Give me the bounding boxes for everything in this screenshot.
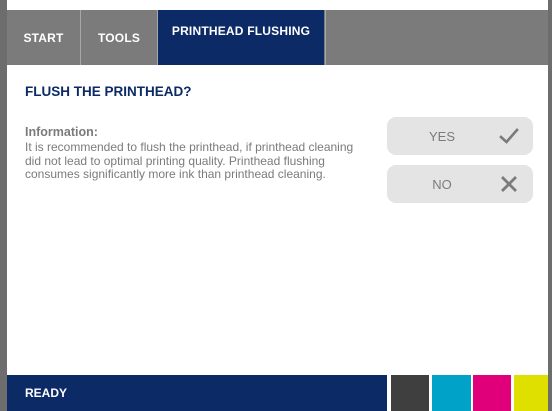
tab-start[interactable]: START xyxy=(7,10,80,65)
tab-tools[interactable]: TOOLS xyxy=(81,10,157,65)
ink-level-magenta[interactable] xyxy=(473,375,511,411)
right-border xyxy=(548,0,552,411)
ink-level-black[interactable] xyxy=(391,375,429,411)
ink-level-yellow[interactable] xyxy=(514,375,548,411)
status-text: READY xyxy=(25,386,68,400)
tab-bar-filler xyxy=(325,10,548,65)
yes-button-label: YES xyxy=(428,128,455,144)
checkmark-icon xyxy=(499,128,519,144)
info-heading: Information: xyxy=(25,125,98,139)
no-button-label: NO xyxy=(432,176,452,192)
yes-button[interactable]: YES xyxy=(387,117,533,155)
cross-icon xyxy=(501,176,517,192)
page-title: FLUSH THE PRINTHEAD? xyxy=(25,84,192,99)
status-bar: READY xyxy=(7,375,387,411)
tab-bar: START TOOLS PRINTHEAD FLUSHING xyxy=(7,10,548,65)
no-button[interactable]: NO xyxy=(387,165,533,203)
ink-level-cyan[interactable] xyxy=(432,375,471,411)
app-window: START TOOLS PRINTHEAD FLUSHING FLUSH THE… xyxy=(0,0,552,411)
tab-printhead-flushing[interactable]: PRINTHEAD FLUSHING xyxy=(158,10,324,65)
info-text: It is recommended to flush the printhead… xyxy=(25,140,354,181)
left-border xyxy=(0,0,7,411)
